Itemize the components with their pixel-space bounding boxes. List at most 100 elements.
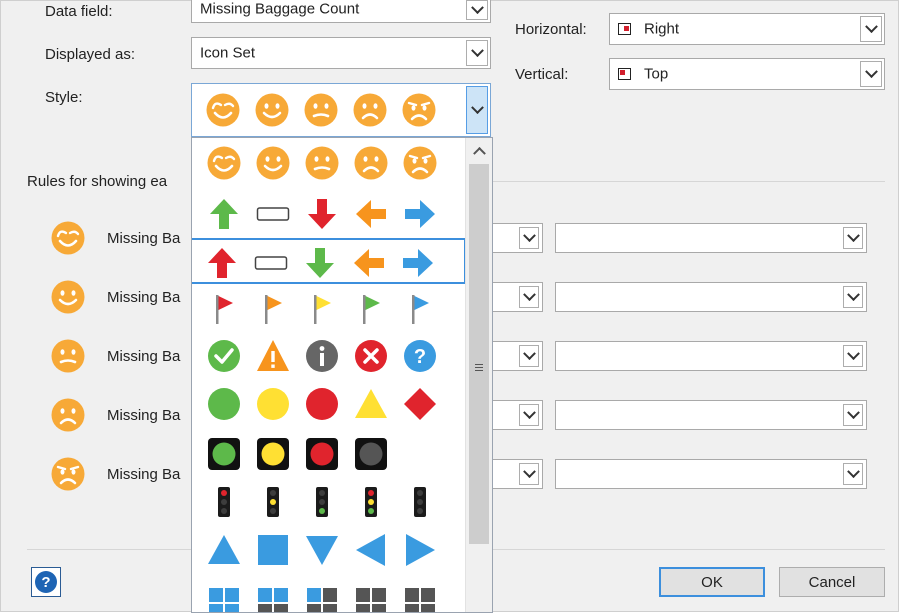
rule-label: Missing Ba — [107, 466, 181, 483]
chevron-down-icon[interactable] — [466, 40, 488, 66]
flag-yellow-icon — [304, 291, 340, 327]
style-select[interactable] — [191, 83, 491, 137]
triangle-up-blue-icon — [206, 532, 242, 568]
very-sad-face-icon — [402, 93, 436, 131]
sad-face-icon — [353, 93, 387, 131]
check-circle-icon — [206, 338, 242, 374]
cancel-button[interactable]: Cancel — [779, 567, 885, 597]
arrow-right-blue-icon — [402, 196, 438, 232]
warning-triangle-icon — [255, 338, 291, 374]
icon-set-option-blue-shapes[interactable] — [192, 527, 468, 573]
arrow-left-orange-icon — [353, 196, 389, 232]
horizontal-select[interactable]: Right — [609, 13, 885, 45]
chevron-down-icon[interactable] — [519, 286, 539, 308]
chevron-down-icon[interactable] — [519, 227, 539, 249]
smile-icon — [255, 93, 289, 131]
question-circle-icon: ? — [402, 338, 438, 374]
arrow-up-green-icon — [206, 196, 242, 232]
light-gray-icon — [353, 436, 389, 472]
rule-value-select[interactable] — [555, 400, 867, 430]
light-green-icon — [206, 436, 242, 472]
green-circle-icon — [206, 386, 242, 422]
grip-icon — [475, 364, 483, 372]
icon-set-option-symbols[interactable]: ? — [192, 333, 468, 379]
yellow-triangle-icon — [353, 386, 389, 422]
very-sad-face-icon — [402, 145, 438, 181]
rules-separator — [493, 181, 885, 182]
style-preview-faces — [206, 93, 446, 129]
rule-label: Missing Ba — [107, 407, 181, 424]
rule-value-select[interactable] — [555, 341, 867, 371]
position-top-icon — [618, 68, 631, 80]
signal-off-icon — [402, 484, 438, 520]
rule-value-select[interactable] — [555, 282, 867, 312]
arrow-left-orange-icon — [351, 245, 387, 281]
sad-face-icon — [353, 145, 389, 181]
red-circle-icon — [304, 386, 340, 422]
chevron-down-icon[interactable] — [843, 463, 863, 485]
smile-wink-icon — [206, 145, 242, 181]
x-circle-icon — [353, 338, 389, 374]
chevron-down-icon[interactable] — [843, 404, 863, 426]
arrow-right-blue-icon — [400, 245, 436, 281]
displayed-as-label: Displayed as: — [45, 46, 136, 63]
icon-set-option-traffic-lights[interactable] — [192, 431, 468, 477]
chevron-down-icon[interactable] — [843, 227, 863, 249]
quarters-2-icon — [255, 585, 291, 612]
signal-red-icon — [206, 484, 242, 520]
neutral-face-icon — [304, 93, 338, 131]
chevron-down-icon[interactable] — [843, 286, 863, 308]
quarters-4-icon — [353, 585, 389, 612]
arrow-up-red-icon — [204, 245, 240, 281]
chevron-down-icon[interactable] — [519, 463, 539, 485]
triangle-left-blue-icon — [353, 532, 389, 568]
quarters-3-icon — [304, 585, 340, 612]
icon-set-option-arrows-red-up[interactable] — [192, 238, 466, 284]
displayed-as-select[interactable]: Icon Set — [191, 37, 491, 69]
info-circle-icon — [304, 338, 340, 374]
vertical-select[interactable]: Top — [609, 58, 885, 90]
style-dropdown-list[interactable]: ? — [191, 137, 493, 613]
signal-multi-icon — [353, 484, 389, 520]
chevron-down-icon[interactable] — [466, 86, 488, 134]
flag-red-icon — [206, 291, 242, 327]
horizontal-value: Right — [644, 20, 680, 38]
icon-set-option-traffic-signals[interactable] — [192, 479, 468, 525]
vertical-value: Top — [644, 65, 669, 83]
triangle-right-blue-icon — [402, 532, 438, 568]
smile-icon — [255, 145, 291, 181]
rule-label: Missing Ba — [107, 289, 181, 306]
square-blue-icon — [255, 532, 291, 568]
data-field-select[interactable]: Missing Baggage Count — [191, 0, 491, 23]
flag-orange-icon — [255, 291, 291, 327]
help-button[interactable]: ? — [31, 567, 61, 597]
displayed-as-value: Icon Set — [200, 44, 256, 62]
chevron-down-icon[interactable] — [843, 345, 863, 367]
data-field-value: Missing Baggage Count — [200, 0, 360, 18]
rule-value-select[interactable] — [555, 223, 867, 253]
arrow-down-green-icon — [302, 245, 338, 281]
icon-set-option-flags[interactable] — [192, 286, 468, 332]
icon-set-option-quarters[interactable] — [192, 580, 468, 612]
icon-set-option-arrows-green-up[interactable] — [192, 191, 468, 237]
chevron-down-icon[interactable] — [519, 345, 539, 367]
scroll-up-icon[interactable] — [466, 138, 492, 162]
icon-set-option-faces[interactable] — [192, 140, 468, 186]
data-field-label: Data field: — [45, 3, 113, 20]
icon-set-option-shapes[interactable] — [192, 381, 468, 427]
light-yellow-icon — [255, 436, 291, 472]
ok-button[interactable]: OK — [659, 567, 765, 597]
svg-text:?: ? — [414, 346, 426, 368]
chevron-down-icon[interactable] — [466, 0, 488, 20]
dropdown-scrollbar[interactable] — [465, 138, 492, 612]
red-diamond-icon — [402, 386, 438, 422]
chevron-down-icon[interactable] — [860, 61, 882, 87]
flag-blue-icon — [402, 291, 438, 327]
data-graphic-dialog: Data field: Missing Baggage Count Displa… — [0, 0, 899, 613]
yellow-circle-icon — [255, 386, 291, 422]
chevron-down-icon[interactable] — [860, 16, 882, 42]
rule-value-select[interactable] — [555, 459, 867, 489]
rectangle-icon — [255, 196, 291, 232]
chevron-down-icon[interactable] — [519, 404, 539, 426]
scroll-thumb[interactable] — [469, 164, 489, 544]
